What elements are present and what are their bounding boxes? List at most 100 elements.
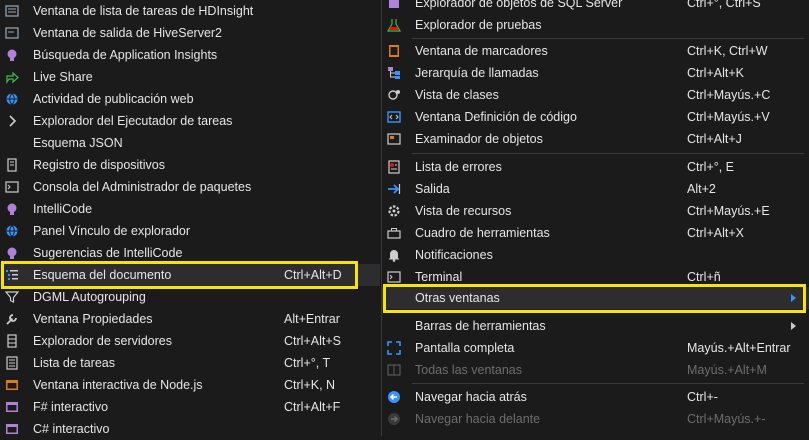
menu-item-label: Terminal	[415, 270, 463, 284]
menu-item-terminal[interactable]: Terminal Ctrl+ñ	[382, 266, 809, 288]
menu-item-json-schema[interactable]: Esquema JSON	[0, 132, 380, 154]
menu-item-shortcut: Ctrl+Mayús.+V	[687, 110, 770, 124]
menu-item-server-explorer[interactable]: Explorador de servidores Ctrl+Alt+S	[0, 330, 380, 352]
menu-item-test-explorer[interactable]: Explorador de pruebas	[382, 14, 809, 36]
menu-item-label: Ventana Definición de código	[415, 110, 577, 124]
fsharp-icon	[4, 399, 20, 415]
menu-item-label: Búsqueda de Application Insights	[33, 48, 218, 62]
menu-item-document-outline[interactable]: Esquema del documento Ctrl+Alt+D	[0, 264, 380, 286]
menu-item-live-share[interactable]: Live Share	[0, 66, 380, 88]
menu-item-label: Otras ventanas	[415, 291, 500, 305]
menu-item-toolbars[interactable]: Barras de herramientas	[382, 315, 809, 337]
menu-item-code-definition-window[interactable]: Ventana Definición de código Ctrl+Mayús.…	[382, 106, 809, 128]
menu-item-nodejs-interactive[interactable]: Ventana interactiva de Node.js Ctrl+K, N	[0, 374, 380, 396]
device-log-icon	[4, 157, 20, 173]
menu-item-hdinsight-task-list[interactable]: Ventana de lista de tareas de HDInsight	[0, 0, 380, 22]
menu-separator	[412, 383, 804, 384]
menu-separator	[412, 38, 804, 39]
menu-item-web-publish-activity[interactable]: Actividad de publicación web	[0, 88, 380, 110]
menu-item-properties-window[interactable]: Ventana Propiedades Alt+Entrar	[0, 308, 380, 330]
menu-item-label: Ventana interactiva de Node.js	[33, 378, 203, 392]
menu-separator	[412, 153, 804, 154]
document-outline-icon	[4, 267, 20, 283]
menu-item-label: Navegar hacia delante	[415, 412, 541, 426]
menu-item-label: Consola del Administrador de paquetes	[33, 180, 252, 194]
menu-item-label: Lista de tareas	[33, 356, 115, 370]
sql-object-explorer-icon	[386, 0, 402, 11]
menu-item-other-windows[interactable]: Otras ventanas	[382, 287, 809, 309]
browser-link-icon	[4, 223, 20, 239]
server-icon	[4, 333, 20, 349]
menu-item-shortcut: Ctrl+ñ	[687, 270, 721, 284]
menu-item-label: Live Share	[33, 70, 93, 84]
menu-item-intellicode[interactable]: IntelliCode	[0, 198, 380, 220]
menu-item-toolbox[interactable]: Cuadro de herramientas Ctrl+Alt+X	[382, 222, 809, 244]
menu-item-shortcut: Ctrl+Mayús.+-	[687, 412, 766, 426]
menu-item-bookmarks-window[interactable]: Ventana de marcadores Ctrl+K, Ctrl+W	[382, 40, 809, 62]
menu-item-label: Explorador de pruebas	[415, 18, 542, 32]
filter-icon	[4, 289, 20, 305]
task-list-icon	[4, 355, 20, 371]
menu-item-dgml-autogrouping[interactable]: DGML Autogrouping	[0, 286, 380, 308]
menu-item-task-list[interactable]: Lista de tareas Ctrl+°, T	[0, 352, 380, 374]
menu-item-sql-object-explorer[interactable]: Explorador de objetos de SQL Server Ctrl…	[382, 0, 809, 14]
menu-item-label: Sugerencias de IntelliCode	[33, 246, 183, 260]
menu-item-label: Examinador de objetos	[415, 132, 543, 146]
menu-item-fsharp-interactive[interactable]: F# interactivo Ctrl+Alt+F	[0, 396, 380, 418]
menu-item-navigate-back[interactable]: Navegar hacia atrás Ctrl+-	[382, 386, 809, 408]
navigate-forward-icon	[386, 411, 402, 427]
menu-item-call-hierarchy[interactable]: Jerarquía de llamadas Ctrl+Alt+K	[382, 62, 809, 84]
call-hierarchy-icon	[386, 65, 402, 81]
menu-item-label: Navegar hacia atrás	[415, 390, 527, 404]
csharp-icon	[4, 421, 20, 437]
menu-item-shortcut: Ctrl+°, E	[687, 160, 735, 174]
menu-item-shortcut: Ctrl+Alt+D	[284, 268, 342, 282]
menu-item-label: Todas las ventanas	[415, 363, 523, 377]
menu-item-package-manager-console[interactable]: Consola del Administrador de paquetes	[0, 176, 380, 198]
menu-item-notifications[interactable]: Notificaciones	[382, 244, 809, 266]
menu-item-resource-view[interactable]: Vista de recursos Ctrl+Mayús.+E	[382, 200, 809, 222]
menu-item-shortcut: Alt+2	[687, 182, 716, 196]
console-icon	[4, 179, 20, 195]
menu-item-shortcut: Ctrl+Alt+K	[687, 66, 744, 80]
menu-item-label: Vista de recursos	[415, 204, 512, 218]
menu-item-label: Barras de herramientas	[415, 319, 546, 333]
menu-item-device-log[interactable]: Registro de dispositivos	[0, 154, 380, 176]
menu-item-shortcut: Ctrl+Alt+F	[284, 400, 341, 414]
menu-separator	[412, 312, 804, 313]
menu-item-label: Panel Vínculo de explorador	[33, 224, 191, 238]
menu-item-browser-link-panel[interactable]: Panel Vínculo de explorador	[0, 220, 380, 242]
intellicode-icon	[4, 201, 20, 217]
menu-item-shortcut: Ctrl+K, Ctrl+W	[687, 44, 768, 58]
menu-item-label: Esquema del documento	[33, 268, 172, 282]
menu-item-csharp-interactive[interactable]: C# interactivo	[0, 418, 380, 440]
menu-item-label: DGML Autogrouping	[33, 290, 146, 304]
lightbulb-icon	[4, 47, 20, 63]
menu-item-object-browser[interactable]: Examinador de objetos Ctrl+Alt+J	[382, 128, 809, 150]
object-browser-icon	[386, 131, 402, 147]
menu-item-navigate-forward: Navegar hacia delante Ctrl+Mayús.+-	[382, 408, 809, 430]
wrench-icon	[4, 311, 20, 327]
menu-item-intellicode-suggestions[interactable]: Sugerencias de IntelliCode	[0, 242, 380, 264]
all-windows-icon	[386, 362, 402, 378]
menu-item-task-runner-explorer[interactable]: Explorador del Ejecutador de tareas	[0, 110, 380, 132]
menu-item-error-list[interactable]: Lista de errores Ctrl+°, E	[382, 156, 809, 178]
menu-item-shortcut: Ctrl+Alt+S	[284, 334, 341, 348]
menu-item-label: Explorador de servidores	[33, 334, 172, 348]
menu-item-application-insights-search[interactable]: Búsqueda de Application Insights	[0, 44, 380, 66]
menu-item-full-screen[interactable]: Pantalla completa Mayús.+Alt+Entrar	[382, 337, 809, 359]
menu-item-label: Jerarquía de llamadas	[415, 66, 539, 80]
toolbox-icon	[386, 225, 402, 241]
menu-item-label: IntelliCode	[33, 202, 93, 216]
menu-item-label: Cuadro de herramientas	[415, 226, 550, 240]
menu-item-output[interactable]: Salida Alt+2	[382, 178, 809, 200]
view-menu: Explorador de objetos de SQL Server Ctrl…	[381, 0, 809, 436]
menu-item-hiveserver2-output[interactable]: Ventana de salida de HiveServer2	[0, 22, 380, 44]
error-list-icon	[386, 159, 402, 175]
menu-item-class-view[interactable]: Vista de clases Ctrl+Mayús.+C	[382, 84, 809, 106]
chevron-right-icon	[4, 113, 20, 129]
menu-item-shortcut: Mayús.+Alt+Entrar	[687, 341, 791, 355]
navigate-back-icon	[386, 389, 402, 405]
menu-item-shortcut: Ctrl+K, N	[284, 378, 336, 392]
code-definition-icon	[386, 109, 402, 125]
